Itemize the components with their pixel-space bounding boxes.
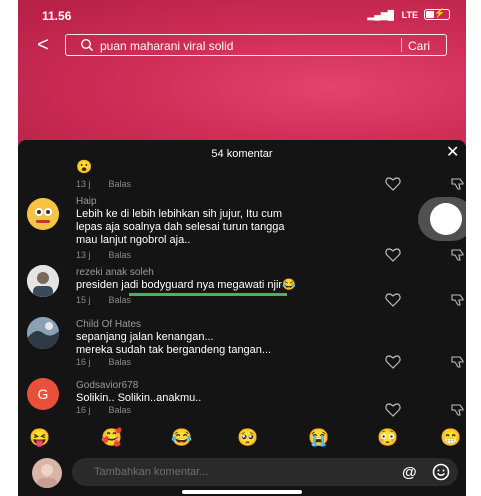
battery-charging-icon: ⚡: [424, 8, 450, 20]
reply-button[interactable]: Balas: [109, 405, 132, 415]
comment-time: 13 j: [76, 250, 91, 260]
avatar[interactable]: [27, 317, 59, 349]
comment-meta: 16 j Balas: [76, 357, 131, 367]
comment-line: Solikin.. Solikin..anakmu..: [76, 392, 202, 404]
thumbs-down-icon[interactable]: [450, 177, 466, 191]
signal-bars-icon: ▂▄▆█: [367, 10, 394, 20]
search-divider: [401, 38, 402, 52]
comment-line: presiden jadi bodyguard nya megawati nji…: [76, 279, 296, 291]
mention-button[interactable]: @: [402, 464, 417, 481]
comment-text: sepanjang jalan kenangan... mereka sudah…: [76, 331, 271, 357]
avatar[interactable]: G: [27, 378, 59, 410]
comment-line: Lebih ke di lebih lebihkan sih jujur, It…: [76, 208, 283, 220]
thumbs-down-icon[interactable]: [450, 403, 466, 417]
comment-username[interactable]: Child Of Hates: [76, 319, 141, 330]
status-time: 11.56: [42, 9, 72, 23]
emoji-option[interactable]: 😭: [308, 428, 330, 450]
comment-username[interactable]: Haip: [76, 196, 97, 207]
network-label: LTE: [401, 10, 418, 20]
comment-time: 13 j: [76, 179, 91, 189]
thumbs-down-icon[interactable]: [450, 355, 466, 369]
heart-icon[interactable]: [385, 403, 401, 417]
heart-icon[interactable]: [385, 355, 401, 369]
heart-icon[interactable]: [385, 293, 401, 307]
emoji-picker-icon[interactable]: [432, 463, 450, 481]
comment-time: 16 j: [76, 405, 91, 415]
assistive-touch-inner: [430, 203, 462, 235]
status-bar: 11.56 ▂▄▆█ LTE ⚡: [18, 0, 466, 26]
emoji-option[interactable]: 😝: [29, 428, 51, 450]
comment-meta: 13 j Balas: [76, 179, 131, 189]
comment-time: 16 j: [76, 357, 91, 367]
thumbs-down-icon[interactable]: [450, 293, 466, 307]
avatar[interactable]: [27, 265, 59, 297]
emoji-option[interactable]: 🥺: [237, 428, 259, 450]
reply-button[interactable]: Balas: [109, 357, 132, 367]
highlight-underline: [129, 293, 287, 296]
comment-line: sepanjang jalan kenangan...: [76, 331, 214, 343]
comment-line: mau lanjut ngobrol aja..: [76, 234, 191, 246]
heart-icon[interactable]: [385, 177, 401, 191]
thumbs-down-icon[interactable]: [450, 248, 466, 262]
home-indicator: [182, 490, 302, 494]
reply-button[interactable]: Balas: [109, 179, 132, 189]
comment-meta: 15 j Balas: [76, 295, 131, 305]
search-icon: [80, 38, 94, 52]
comment-line: mereka sudah tak bergandeng tangan...: [76, 344, 272, 356]
comment-text: presiden jadi bodyguard nya megawati nji…: [76, 279, 296, 292]
reply-button[interactable]: Balas: [109, 250, 132, 260]
comment-time: 15 j: [76, 295, 91, 305]
comment-line: lepas aja soalnya dah selesai turun tang…: [76, 221, 285, 233]
close-icon[interactable]: ✕: [446, 142, 459, 162]
comment-username[interactable]: Godsavior678: [76, 380, 138, 391]
assistive-touch-button[interactable]: [418, 197, 466, 241]
emoji-option[interactable]: 🥰: [101, 428, 123, 450]
avatar[interactable]: [27, 198, 59, 230]
emoji-option[interactable]: 😂: [171, 428, 193, 450]
search-button[interactable]: Cari: [408, 39, 430, 53]
comment-text: Lebih ke di lebih lebihkan sih jujur, It…: [76, 208, 285, 247]
comment-input-placeholder: Tambahkan komentar...: [94, 466, 209, 478]
emoji-option[interactable]: 😳: [377, 428, 399, 450]
comment-input[interactable]: Tambahkan komentar... @: [72, 458, 458, 486]
search-input[interactable]: puan maharani viral solid: [100, 39, 233, 53]
comment-meta: 16 j Balas: [76, 405, 131, 415]
comment-text: Solikin.. Solikin..anakmu..: [76, 392, 201, 405]
comment-meta: 13 j Balas: [76, 250, 131, 260]
comment-username[interactable]: rezeki anak soleh: [76, 267, 154, 278]
reply-button[interactable]: Balas: [109, 295, 132, 305]
user-avatar: [32, 458, 62, 488]
back-icon[interactable]: <: [30, 35, 56, 57]
heart-icon[interactable]: [385, 248, 401, 262]
emoji-bar: 😝 🥰 😂 🥺 😭 😳 😁: [18, 428, 466, 450]
comment-emoji: 😮: [76, 159, 93, 174]
emoji-option[interactable]: 😁: [440, 428, 462, 450]
search-bar[interactable]: puan maharani viral solid Cari: [65, 34, 447, 56]
phone-screen: 11.56 ▂▄▆█ LTE ⚡ < puan maharani viral s…: [18, 0, 466, 496]
